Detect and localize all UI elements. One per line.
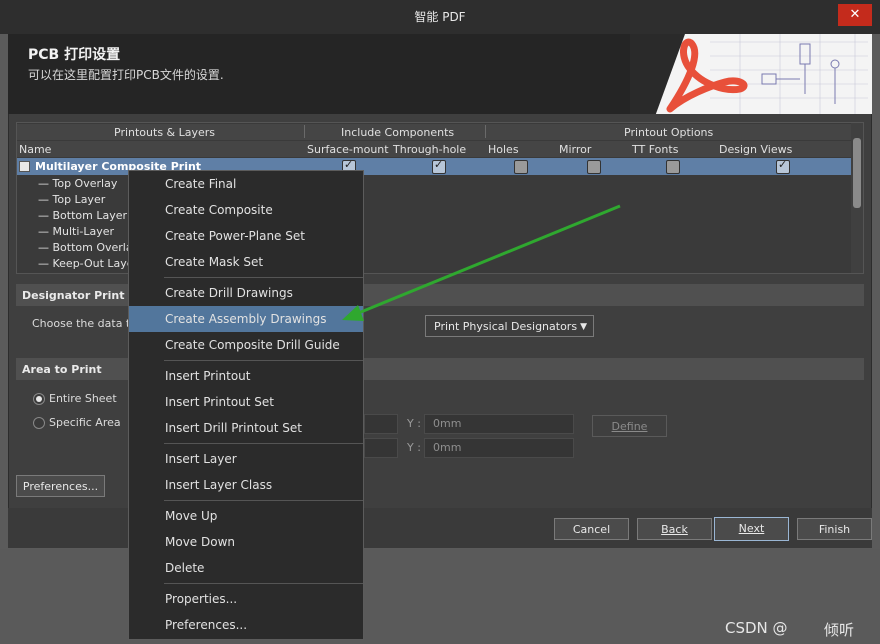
watermark-text: CSDN @ xyxy=(725,619,788,637)
annotation-arrow-icon xyxy=(342,204,621,321)
watermark-author: 倾听 xyxy=(824,621,855,639)
